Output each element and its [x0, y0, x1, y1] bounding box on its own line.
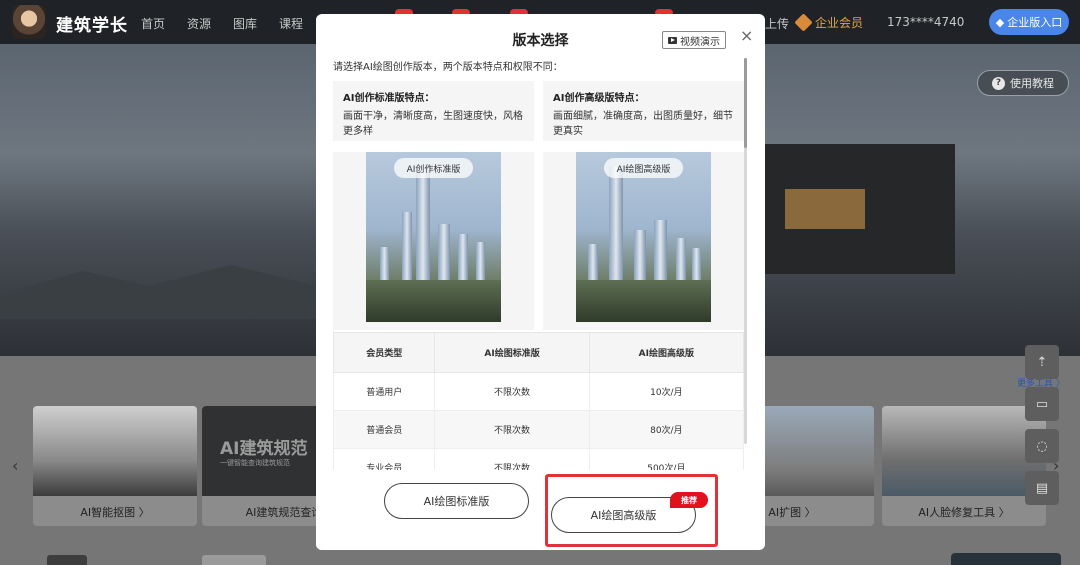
table-cell: 普通用户 [332, 372, 436, 411]
feature-desc: 画面细腻，准确度高，出图质量好，细节更真实 [553, 111, 733, 137]
annotation-highlight-box [545, 474, 718, 547]
feature-title: AI创作高级版特点： [553, 93, 645, 104]
table-cell: 普通会员 [332, 410, 436, 449]
table-cell: 10次/月 [588, 372, 745, 411]
preview-standard: AI创作标准版 [333, 152, 534, 330]
dialog-scrollbar[interactable] [744, 58, 747, 444]
preview-advanced: AI绘图高级版 [543, 152, 744, 330]
preview-image: AI绘图高级版 [576, 152, 711, 322]
table-cell: 不限次数 [434, 410, 590, 449]
close-icon[interactable]: × [740, 26, 753, 45]
preview-image: AI创作标准版 [366, 152, 501, 322]
table-cell: 不限次数 [434, 372, 590, 411]
video-icon [668, 36, 677, 44]
table-header: AI绘图高级版 [588, 332, 745, 373]
video-demo-button[interactable]: 视频演示 [662, 31, 726, 49]
scroll-thumb[interactable] [744, 58, 747, 148]
preview-tag: AI绘图高级版 [604, 158, 683, 178]
choose-standard-button[interactable]: AI绘图标准版 [384, 483, 529, 519]
feature-desc: 画面干净，清晰度高，生图速度快，风格更多样 [343, 111, 523, 137]
feature-advanced: AI创作高级版特点： 画面细腻，准确度高，出图质量好，细节更真实 [543, 81, 744, 141]
table-header: AI绘图标准版 [434, 332, 590, 373]
preview-tag: AI创作标准版 [394, 158, 473, 178]
feature-standard: AI创作标准版特点： 画面干净，清晰度高，生图速度快，风格更多样 [333, 81, 534, 141]
feature-title: AI创作标准版特点： [343, 93, 435, 104]
table-row: 普通用户 不限次数 10次/月 [332, 372, 745, 411]
table-cell: 80次/月 [588, 410, 745, 449]
dialog-intro: 请选择AI绘图创作版本，两个版本特点和权限不同： [333, 62, 563, 73]
table-row: 普通会员 不限次数 80次/月 [332, 410, 745, 449]
table-header: 会员类型 [332, 332, 436, 373]
table-header-row: 会员类型 AI绘图标准版 AI绘图高级版 [332, 332, 745, 373]
permission-table: 会员类型 AI绘图标准版 AI绘图高级版 普通用户 不限次数 10次/月 普通会… [332, 332, 745, 487]
